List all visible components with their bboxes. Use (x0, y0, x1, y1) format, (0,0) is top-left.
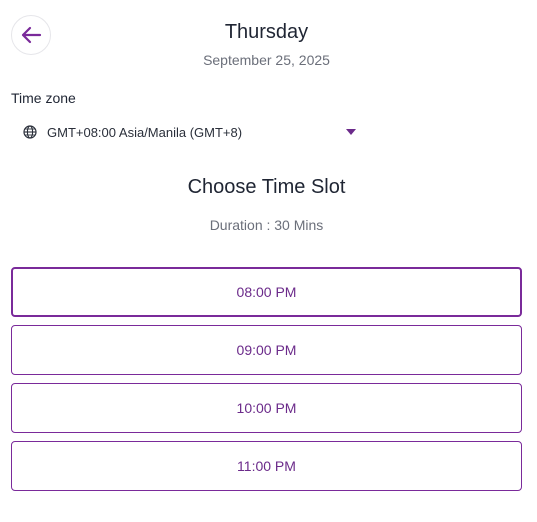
globe-icon (23, 125, 37, 139)
time-slot-button[interactable]: 11:00 PM (11, 441, 522, 491)
time-slot-button[interactable]: 09:00 PM (11, 325, 522, 375)
duration-text: Duration : 30 Mins (209, 217, 324, 233)
timezone-select[interactable]: GMT+08:00 Asia/Manila (GMT+8) (23, 121, 358, 143)
booking-page: Thursday September 25, 2025 Time zone GM… (0, 0, 537, 522)
time-slot-button[interactable]: 10:00 PM (11, 383, 522, 433)
choose-time-slot-title: Choose Time Slot (187, 176, 346, 198)
timezone-value: GMT+08:00 Asia/Manila (GMT+8) (47, 124, 243, 140)
day-title: Thursday (224, 21, 309, 43)
date-subtitle: September 25, 2025 (203, 52, 330, 68)
time-slot-button[interactable]: 08:00 PM (11, 267, 522, 317)
caret-down-icon (346, 129, 356, 135)
timezone-label: Time zone (11, 90, 76, 106)
time-slot-list: 08:00 PM 09:00 PM 10:00 PM 11:00 PM (11, 267, 522, 499)
